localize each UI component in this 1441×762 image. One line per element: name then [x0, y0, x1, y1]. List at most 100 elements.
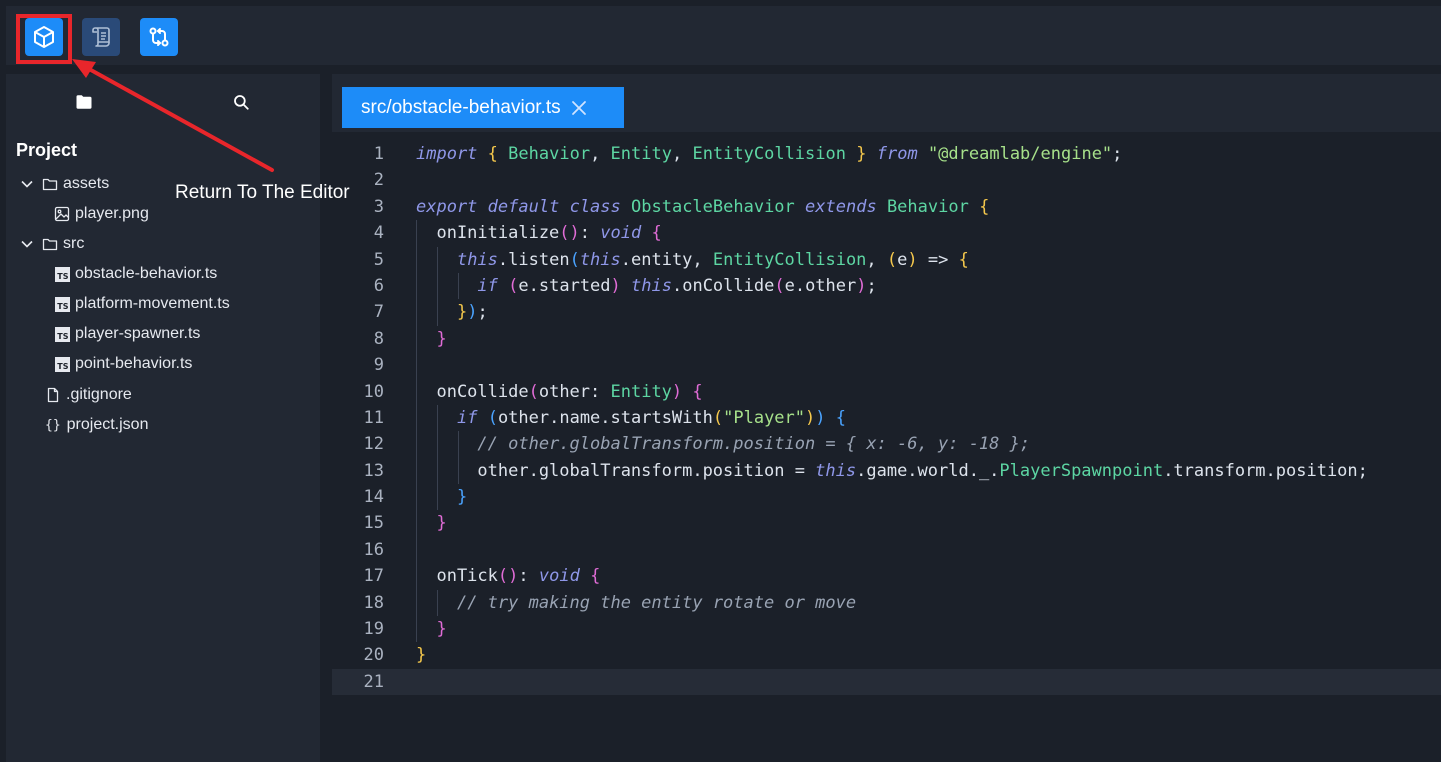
line-number: 15: [363, 513, 384, 534]
line-number: 5: [373, 249, 384, 270]
code-area[interactable]: 1 import { Behavior, Entity, EntityCollis…: [332, 141, 1441, 696]
line-number: 9: [373, 355, 384, 376]
code-line: 5 this.listen(this.entity, EntityCollisi…: [332, 246, 1441, 273]
typescript-icon: TS: [54, 296, 70, 312]
code-line-text: other.globalTransform.position = this.ga…: [416, 460, 1368, 481]
code-line: 6 if (e.started) this.onCollide(e.other)…: [332, 272, 1441, 300]
tree-item-label: src: [63, 235, 85, 252]
code-line: 12 // other.globalTransform.position = {…: [332, 431, 1441, 458]
code-line: 15 }: [332, 510, 1441, 537]
code-line-text: }: [416, 645, 427, 666]
line-number: 10: [363, 381, 384, 402]
line-number: 1: [373, 144, 384, 164]
folder-outline-icon: [42, 236, 58, 252]
tree-file-obstacle-behavior[interactable]: TS obstacle-behavior.ts: [54, 261, 217, 287]
code-line: 20}: [332, 642, 1441, 668]
code-line-text: }: [436, 619, 447, 640]
files-tab[interactable]: [70, 88, 98, 116]
code-line-text: import { Behavior, Entity, EntityCollisi…: [416, 144, 1123, 164]
git-compare-icon: [149, 27, 169, 47]
tree-file-point-behavior[interactable]: TS point-behavior.ts: [54, 351, 192, 377]
tab-obstacle-behavior[interactable]: src/obstacle-behavior.ts: [342, 87, 624, 128]
tab-label: src/obstacle-behavior.ts: [361, 96, 561, 118]
tree-file-player-spawner[interactable]: TS player-spawner.ts: [54, 321, 200, 347]
line-number: 17: [363, 566, 384, 587]
tree-file-project-json[interactable]: {} project.json: [45, 412, 148, 438]
line-number: 14: [363, 487, 384, 508]
source-control-button[interactable]: [140, 18, 178, 56]
file-icon: [45, 387, 61, 403]
code-line: 3 export default class ObstacleBehavior e…: [332, 194, 1441, 220]
search-tab[interactable]: [227, 88, 255, 116]
project-sidebar: Project assets player.png src TS obstacl…: [6, 74, 320, 762]
code-line: 7 });: [332, 299, 1441, 326]
annotation-highlight-box: [16, 14, 72, 64]
code-line: 10 onCollide(other: Entity) {: [332, 378, 1441, 405]
line-number: 21: [363, 671, 384, 692]
folder-outline-icon: [42, 176, 58, 192]
tree-item-label: .gitignore: [66, 386, 132, 403]
line-number: 12: [363, 434, 384, 455]
tree-file-player-png[interactable]: player.png: [54, 201, 149, 227]
code-line-text: this.listen(this.entity, EntityCollision…: [456, 249, 969, 270]
code-line: 8 }: [332, 325, 1441, 353]
chevron-down-icon: [20, 177, 34, 191]
typescript-icon: TS: [54, 356, 70, 372]
close-icon[interactable]: [570, 99, 588, 117]
typescript-icon: TS: [54, 266, 70, 282]
image-icon: [54, 206, 70, 222]
code-line: 2: [332, 167, 1441, 193]
code-line-text: onTick(): void {: [416, 566, 601, 587]
tree-item-label: platform-movement.ts: [75, 295, 230, 312]
annotation-label: Return To The Editor: [175, 182, 350, 203]
tree-item-label: point-behavior.ts: [75, 355, 193, 372]
code-line-text: }: [436, 328, 447, 349]
code-line-text: onInitialize(): void {: [416, 223, 662, 244]
line-number: 11: [363, 407, 384, 428]
code-line-text: // try making the entity rotate or move: [456, 592, 857, 613]
code-line: 17 onTick(): void {: [332, 563, 1441, 590]
editor-tab-bar: src/obstacle-behavior.ts: [332, 74, 1441, 132]
scroll-icon: [92, 27, 110, 47]
code-line: 19 }: [332, 616, 1441, 643]
code-line: 18 // try making the entity rotate or mo…: [332, 589, 1441, 617]
tree-item-label: player-spawner.ts: [75, 325, 201, 342]
json-braces-icon: {}: [45, 417, 61, 433]
tree-item-label: player.png: [75, 205, 149, 222]
code-line-current: 21: [332, 668, 1441, 696]
tree-folder-src[interactable]: src: [20, 231, 84, 257]
tree-folder-assets[interactable]: assets: [20, 171, 109, 197]
code-editor: src/obstacle-behavior.ts 1 import { Behav…: [332, 74, 1441, 762]
line-number: 4: [373, 223, 384, 244]
line-number: 6: [373, 275, 384, 296]
line-number: 7: [373, 302, 384, 323]
line-number: 19: [363, 619, 384, 640]
code-line: 4 onInitialize(): void {: [332, 220, 1441, 247]
code-line-text: onCollide(other: Entity) {: [416, 381, 703, 402]
tree-file-gitignore[interactable]: .gitignore: [45, 382, 132, 408]
tree-file-platform-movement[interactable]: TS platform-movement.ts: [54, 291, 230, 317]
tree-item-label: project.json: [66, 416, 149, 433]
line-number: 16: [363, 539, 384, 560]
code-line-text: export default class ObstacleBehavior ex…: [416, 196, 990, 217]
code-line-text: }: [436, 513, 447, 534]
tree-item-label: obstacle-behavior.ts: [75, 265, 218, 282]
top-toolbar: [6, 6, 1441, 65]
line-number: 20: [363, 645, 384, 666]
code-line-text: });: [456, 302, 488, 323]
line-number: 8: [373, 328, 384, 349]
code-line: 1 import { Behavior, Entity, EntityCollis…: [332, 141, 1441, 167]
code-line-text: // other.globalTransform.position = { x:…: [477, 434, 1031, 455]
code-line: 14 }: [332, 484, 1441, 511]
search-icon: [234, 95, 249, 110]
code-line: 11 if (other.name.startsWith("Player")) …: [332, 404, 1441, 432]
chevron-down-icon: [20, 237, 34, 251]
tree-item-label: assets: [63, 175, 110, 192]
code-line-text: }: [456, 487, 468, 508]
code-line-text: if (e.started) this.onCollide(e.other);: [477, 275, 877, 296]
folder-icon: [76, 95, 92, 109]
code-line: 16: [332, 536, 1441, 564]
code-line: 9: [332, 352, 1441, 379]
code-line-text: if (other.name.startsWith("Player")) {: [456, 407, 847, 428]
scripts-button[interactable]: [82, 18, 120, 56]
